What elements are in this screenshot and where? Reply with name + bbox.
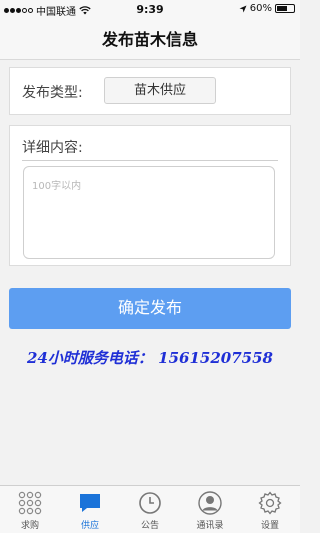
chat-bubble-icon (77, 490, 103, 516)
page-title: 发布苗木信息 (0, 20, 300, 60)
detail-label: 详细内容: (22, 140, 83, 156)
battery-icon (275, 4, 295, 13)
type-card: 发布类型: 苗木供应 (9, 67, 291, 115)
type-select-button[interactable]: 苗木供应 (104, 77, 216, 104)
person-icon (197, 490, 223, 516)
tab-settings[interactable]: 设置 (240, 486, 300, 533)
status-bar: 中国联通 9:39 60% (0, 0, 300, 20)
tab-label: 设置 (260, 521, 279, 531)
tab-label: 通讯录 (196, 521, 224, 531)
grid-dots-icon (17, 490, 43, 516)
submit-button[interactable]: 确定发布 (9, 288, 291, 329)
battery-fill (277, 6, 287, 11)
tab-supply[interactable]: 供应 (60, 486, 120, 533)
tab-label: 求购 (20, 521, 39, 531)
divider (22, 160, 278, 161)
location-arrow-icon (239, 5, 247, 12)
clock-icon (137, 490, 163, 516)
tab-label: 公告 (140, 521, 159, 531)
tab-purchase[interactable]: 求购 (0, 486, 60, 533)
tab-announcement[interactable]: 公告 (120, 486, 180, 533)
battery-status: 60% (239, 3, 295, 14)
detail-textarea[interactable] (23, 166, 275, 259)
gear-icon (257, 490, 283, 516)
battery-percent: 60% (249, 3, 272, 14)
type-label: 发布类型: (22, 85, 83, 101)
tab-contacts[interactable]: 通讯录 (180, 486, 240, 533)
tab-label: 供应 (80, 521, 99, 531)
tab-bar: 求购 供应 公告 通讯录 设置 (0, 485, 300, 533)
detail-card: 详细内容: (9, 125, 291, 266)
hotline-text: 24小时服务电话： 15615207558 (27, 349, 273, 367)
